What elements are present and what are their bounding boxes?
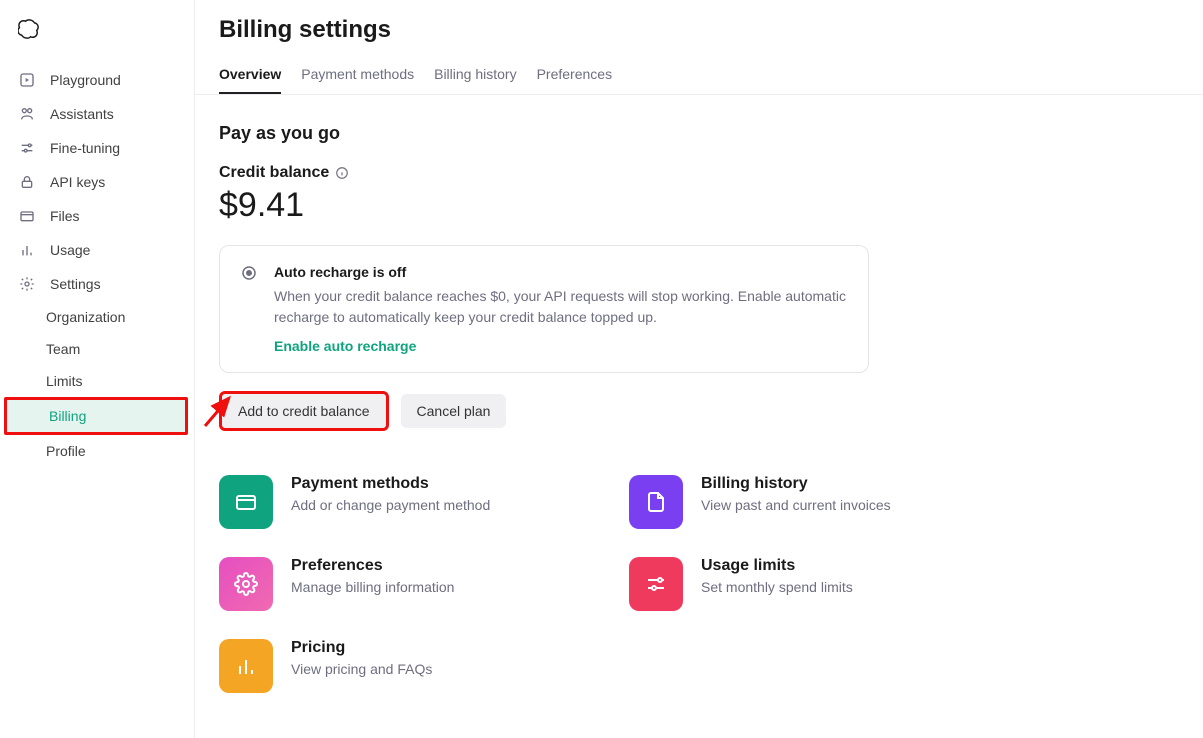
bar-chart-icon (18, 241, 36, 259)
card-sub: Manage billing information (291, 579, 454, 595)
balance-label-row: Credit balance (219, 164, 1179, 182)
nav: Playground Assistants Fine-tuning API ke… (0, 63, 194, 467)
feature-cards-grid: Payment methods Add or change payment me… (219, 475, 999, 693)
sidebar-item-limits[interactable]: Limits (0, 365, 194, 397)
sidebar-item-assistants[interactable]: Assistants (0, 97, 194, 131)
card-sub: View past and current invoices (701, 497, 891, 513)
sidebar-item-organization[interactable]: Organization (0, 301, 194, 333)
sidebar: Playground Assistants Fine-tuning API ke… (0, 0, 195, 738)
sidebar-item-label: Limits (46, 373, 83, 389)
sidebar-item-team[interactable]: Team (0, 333, 194, 365)
tab-preferences[interactable]: Preferences (537, 58, 612, 94)
card-usage-limits[interactable]: Usage limits Set monthly spend limits (629, 557, 999, 611)
sidebar-item-label: Playground (50, 72, 121, 88)
robot-icon (18, 105, 36, 123)
card-preferences[interactable]: Preferences Manage billing information (219, 557, 589, 611)
card-title: Pricing (291, 639, 432, 657)
sidebar-item-usage[interactable]: Usage (0, 233, 194, 267)
auto-recharge-card: Auto recharge is off When your credit ba… (219, 245, 869, 373)
bar-chart-icon (219, 639, 273, 693)
add-to-credit-balance-button[interactable]: Add to credit balance (219, 391, 389, 431)
sidebar-item-label: Settings (50, 276, 101, 292)
gear-icon (219, 557, 273, 611)
lock-icon (18, 173, 36, 191)
balance-label: Credit balance (219, 164, 329, 182)
sidebar-item-label: Team (46, 341, 80, 357)
sidebar-item-label: Assistants (50, 106, 114, 122)
card-title: Billing history (701, 475, 891, 493)
card-title: Usage limits (701, 557, 853, 575)
play-square-icon (18, 71, 36, 89)
sidebar-item-label: Usage (50, 242, 90, 258)
sidebar-item-api-keys[interactable]: API keys (0, 165, 194, 199)
card-billing-history[interactable]: Billing history View past and current in… (629, 475, 999, 529)
tabs: Overview Payment methods Billing history… (195, 58, 1203, 95)
credit-card-icon (219, 475, 273, 529)
action-buttons-row: Add to credit balance Cancel plan (219, 391, 1179, 431)
folder-icon (18, 207, 36, 225)
sidebar-item-files[interactable]: Files (0, 199, 194, 233)
recharge-desc: When your credit balance reaches $0, you… (274, 286, 848, 328)
card-pricing[interactable]: Pricing View pricing and FAQs (219, 639, 589, 693)
card-sub: Add or change payment method (291, 497, 490, 513)
enable-auto-recharge-link[interactable]: Enable auto recharge (274, 338, 416, 354)
card-payment-methods[interactable]: Payment methods Add or change payment me… (219, 475, 589, 529)
card-sub: View pricing and FAQs (291, 661, 432, 677)
sidebar-item-label: Organization (46, 309, 125, 325)
section-title: Pay as you go (219, 123, 1179, 144)
openai-logo-icon (18, 18, 40, 40)
cancel-plan-button[interactable]: Cancel plan (401, 394, 507, 428)
recharge-title: Auto recharge is off (274, 264, 848, 280)
info-icon[interactable] (335, 166, 349, 180)
balance-amount: $9.41 (219, 186, 1179, 225)
card-title: Payment methods (291, 475, 490, 493)
tab-overview[interactable]: Overview (219, 58, 281, 94)
sidebar-item-label: API keys (50, 174, 105, 190)
card-sub: Set monthly spend limits (701, 579, 853, 595)
sidebar-item-label: Billing (49, 408, 86, 424)
sliders-icon (629, 557, 683, 611)
sidebar-item-billing[interactable]: Billing (4, 397, 188, 435)
sidebar-item-settings[interactable]: Settings (0, 267, 194, 301)
radio-off-icon (240, 264, 258, 282)
sidebar-item-fine-tuning[interactable]: Fine-tuning (0, 131, 194, 165)
card-title: Preferences (291, 557, 454, 575)
sidebar-item-profile[interactable]: Profile (0, 435, 194, 467)
logo[interactable] (0, 12, 194, 63)
sidebar-item-label: Profile (46, 443, 86, 459)
sliders-icon (18, 139, 36, 157)
page-title: Billing settings (219, 16, 1179, 44)
sidebar-item-label: Fine-tuning (50, 140, 120, 156)
main-content: Billing settings Overview Payment method… (195, 0, 1203, 738)
sidebar-item-label: Files (50, 208, 80, 224)
document-icon (629, 475, 683, 529)
tab-payment-methods[interactable]: Payment methods (301, 58, 414, 94)
sidebar-item-playground[interactable]: Playground (0, 63, 194, 97)
gear-icon (18, 275, 36, 293)
tab-billing-history[interactable]: Billing history (434, 58, 516, 94)
